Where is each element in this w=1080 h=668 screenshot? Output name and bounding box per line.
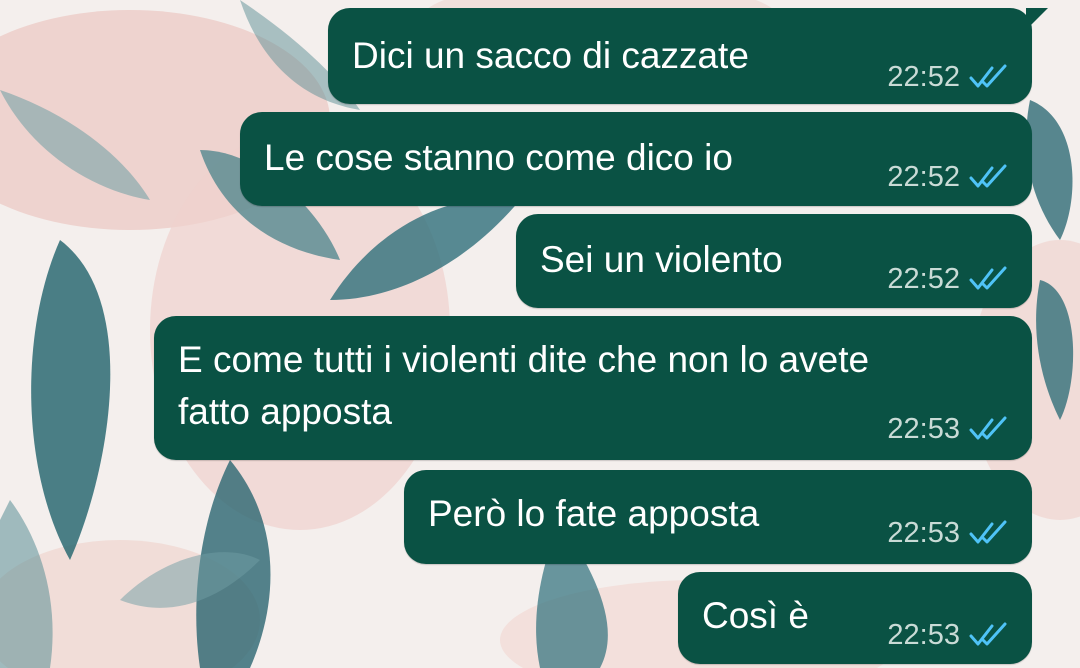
message-bubble[interactable]: Dici un sacco di cazzate 22:52 bbox=[328, 8, 1048, 104]
message-text: E come tutti i violenti dite che non lo … bbox=[178, 339, 870, 432]
message-time: 22:52 bbox=[887, 161, 960, 193]
message-bubble[interactable]: Però lo fate apposta 22:53 bbox=[404, 470, 1032, 564]
double-check-read-icon bbox=[969, 266, 1007, 290]
double-check-read-icon bbox=[969, 164, 1007, 188]
message-text: Sei un violento bbox=[540, 239, 783, 280]
double-check-read-icon bbox=[969, 416, 1007, 440]
message-meta: 22:52 bbox=[887, 160, 1010, 194]
message-meta: 22:53 bbox=[887, 412, 1010, 446]
message-time: 22:53 bbox=[887, 517, 960, 549]
message-meta: 22:52 bbox=[887, 262, 1010, 296]
message-text: Però lo fate apposta bbox=[428, 493, 760, 534]
message-bubble[interactable]: E come tutti i violenti dite che non lo … bbox=[154, 316, 1032, 460]
message-meta: 22:53 bbox=[887, 516, 1010, 550]
bubble-tail bbox=[1026, 8, 1048, 30]
message-time: 22:53 bbox=[887, 413, 960, 445]
double-check-read-icon bbox=[969, 520, 1007, 544]
double-check-read-icon bbox=[969, 64, 1007, 88]
message-time: 22:52 bbox=[887, 263, 960, 295]
double-check-read-icon bbox=[969, 622, 1007, 646]
message-text: Dici un sacco di cazzate bbox=[352, 35, 749, 76]
message-time: 22:52 bbox=[887, 61, 960, 93]
message-text: Le cose stanno come dico io bbox=[264, 137, 733, 178]
message-time: 22:53 bbox=[887, 619, 960, 651]
message-meta: 22:52 bbox=[887, 60, 1010, 94]
message-bubble[interactable]: Così è 22:53 bbox=[678, 572, 1032, 664]
message-bubble[interactable]: Le cose stanno come dico io 22:52 bbox=[240, 112, 1032, 206]
message-meta: 22:53 bbox=[887, 618, 1010, 652]
message-bubble[interactable]: Sei un violento 22:52 bbox=[516, 214, 1032, 308]
message-text: Così è bbox=[702, 595, 809, 636]
